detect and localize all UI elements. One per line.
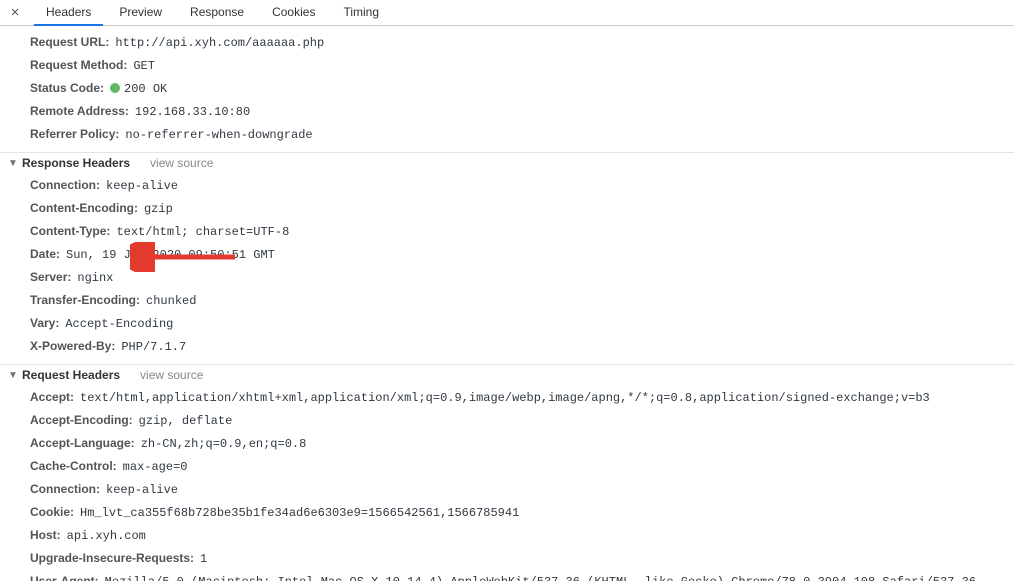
header-key: Accept-Language:	[30, 434, 135, 452]
header-value: 192.168.33.10:80	[135, 103, 250, 121]
header-key: Transfer-Encoding:	[30, 291, 140, 309]
header-key: Accept-Encoding:	[30, 411, 133, 429]
header-value: max-age=0	[123, 458, 188, 476]
header-row: Accept-Language: zh-CN,zh;q=0.9,en;q=0.8	[30, 432, 1014, 455]
tab-headers[interactable]: Headers	[34, 1, 103, 26]
header-value: zh-CN,zh;q=0.9,en;q=0.8	[141, 435, 307, 453]
header-key: Cache-Control:	[30, 457, 117, 475]
header-value: Sun, 19 Jan 2020 09:50:51 GMT	[66, 246, 275, 264]
header-key: Date:	[30, 245, 60, 263]
header-key: Content-Type:	[30, 222, 110, 240]
header-row: Remote Address: 192.168.33.10:80	[30, 100, 1014, 123]
header-row: Request Method: GET	[30, 54, 1014, 77]
header-row: X-Powered-By: PHP/7.1.7	[30, 335, 1014, 358]
header-key: Accept:	[30, 388, 74, 406]
view-source-link[interactable]: view source	[150, 156, 213, 170]
header-row: Transfer-Encoding: chunked	[30, 289, 1014, 312]
headers-panel: Request URL: http://api.xyh.com/aaaaaa.ph…	[0, 26, 1014, 581]
section-title: Response Headers	[22, 156, 130, 170]
header-row: Content-Encoding: gzip	[30, 197, 1014, 220]
header-key: Status Code:	[30, 79, 104, 97]
header-row: Status Code: 200 OK	[30, 77, 1014, 100]
header-value: PHP/7.1.7	[121, 338, 186, 356]
header-row: Content-Type: text/html; charset=UTF-8	[30, 220, 1014, 243]
header-value: http://api.xyh.com/aaaaaa.php	[115, 34, 324, 52]
header-key: Connection:	[30, 176, 100, 194]
chevron-down-icon: ▼	[8, 370, 18, 381]
chevron-down-icon: ▼	[8, 158, 18, 169]
header-value: 200 OK	[110, 80, 167, 98]
header-value: text/html,application/xhtml+xml,applicat…	[80, 389, 930, 407]
header-key: Vary:	[30, 314, 59, 332]
response-headers-header[interactable]: ▼ Response Headers view source	[0, 153, 1014, 173]
header-row: Cookie: Hm_lvt_ca355f68b728be35b1fe34ad6e…	[30, 501, 1014, 524]
header-row: Host: api.xyh.com	[30, 524, 1014, 547]
header-key: Upgrade-Insecure-Requests:	[30, 549, 194, 567]
header-value: keep-alive	[106, 481, 178, 499]
header-row: Server: nginx	[30, 266, 1014, 289]
header-key: Connection:	[30, 480, 100, 498]
status-dot-icon	[110, 83, 120, 93]
general-section: Request URL: http://api.xyh.com/aaaaaa.ph…	[0, 30, 1014, 152]
tab-response[interactable]: Response	[178, 1, 256, 26]
watermark: CSDN @猿小白2019_632514	[824, 576, 1006, 581]
header-key: Remote Address:	[30, 102, 129, 120]
header-value: Hm_lvt_ca355f68b728be35b1fe34ad6e6303e9=…	[80, 504, 519, 522]
tab-cookies[interactable]: Cookies	[260, 1, 327, 26]
header-row: Date: Sun, 19 Jan 2020 09:50:51 GMT	[30, 243, 1014, 266]
header-row: Accept-Encoding: gzip, deflate	[30, 409, 1014, 432]
header-row: Cache-Control: max-age=0	[30, 455, 1014, 478]
header-key: Content-Encoding:	[30, 199, 138, 217]
close-icon[interactable]: ×	[6, 4, 24, 22]
header-row: Connection: keep-alive	[30, 478, 1014, 501]
header-key: Cookie:	[30, 503, 74, 521]
header-value: nginx	[77, 269, 113, 287]
header-value: GET	[133, 57, 155, 75]
header-value: text/html; charset=UTF-8	[116, 223, 289, 241]
header-key: Request Method:	[30, 56, 127, 74]
section-title: Request Headers	[22, 368, 120, 382]
request-headers-list: Accept: text/html,application/xhtml+xml,a…	[0, 385, 1014, 581]
header-key: User-Agent:	[30, 572, 99, 581]
header-key: Referrer Policy:	[30, 125, 119, 143]
header-value: no-referrer-when-downgrade	[125, 126, 312, 144]
header-row: Referrer Policy: no-referrer-when-downgra…	[30, 123, 1014, 146]
header-row: Upgrade-Insecure-Requests: 1	[30, 547, 1014, 570]
header-value: Accept-Encoding	[65, 315, 173, 333]
header-key: X-Powered-By:	[30, 337, 115, 355]
view-source-link[interactable]: view source	[140, 368, 203, 382]
tab-timing[interactable]: Timing	[331, 1, 391, 26]
request-headers-header[interactable]: ▼ Request Headers view source	[0, 365, 1014, 385]
header-value: gzip	[144, 200, 173, 218]
header-key: Request URL:	[30, 33, 109, 51]
tab-bar: × Headers Preview Response Cookies Timin…	[0, 0, 1014, 26]
devtools-panel: × Headers Preview Response Cookies Timin…	[0, 0, 1014, 581]
header-row: Connection: keep-alive	[30, 174, 1014, 197]
header-value: api.xyh.com	[67, 527, 146, 545]
header-key: Host:	[30, 526, 61, 544]
response-headers-list: Connection: keep-alive Content-Encoding: gz…	[0, 173, 1014, 364]
header-row: Request URL: http://api.xyh.com/aaaaaa.ph…	[30, 31, 1014, 54]
header-row: Vary: Accept-Encoding	[30, 312, 1014, 335]
header-value: gzip, deflate	[139, 412, 233, 430]
tab-preview[interactable]: Preview	[107, 1, 174, 26]
header-key: Server:	[30, 268, 71, 286]
header-value: chunked	[146, 292, 196, 310]
header-value: keep-alive	[106, 177, 178, 195]
header-value: 1	[200, 550, 207, 568]
header-row: Accept: text/html,application/xhtml+xml,a…	[30, 386, 1014, 409]
